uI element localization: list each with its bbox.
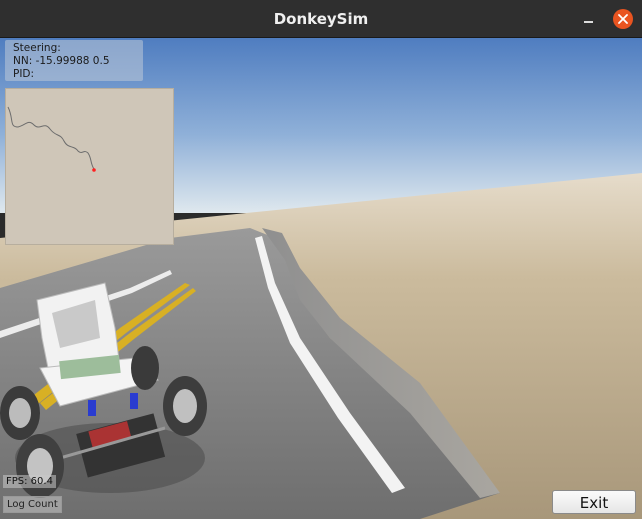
fps-counter: FPS: 60.4 [3, 475, 56, 488]
title-bar: DonkeySim [0, 0, 642, 38]
minimize-button[interactable] [579, 9, 599, 29]
steering-label: Steering: [13, 42, 61, 54]
track-minimap [5, 88, 174, 245]
track-path [7, 106, 96, 172]
close-icon [618, 14, 628, 24]
nn-label: NN: -15.99988 0.5 [13, 55, 110, 67]
close-button[interactable] [613, 9, 633, 29]
log-count-button[interactable]: Log Count [3, 496, 62, 513]
exit-button[interactable]: Exit [552, 490, 636, 514]
minimize-icon [584, 21, 593, 23]
car-position-marker [92, 168, 96, 172]
window-title: DonkeySim [273, 10, 369, 28]
pid-label: PID: [13, 68, 35, 80]
simulation-viewport[interactable]: Steering: NN: -15.99988 0.5 PID: FPS: 60… [0, 38, 642, 519]
steering-hud: Steering: NN: -15.99988 0.5 PID: [5, 40, 143, 81]
